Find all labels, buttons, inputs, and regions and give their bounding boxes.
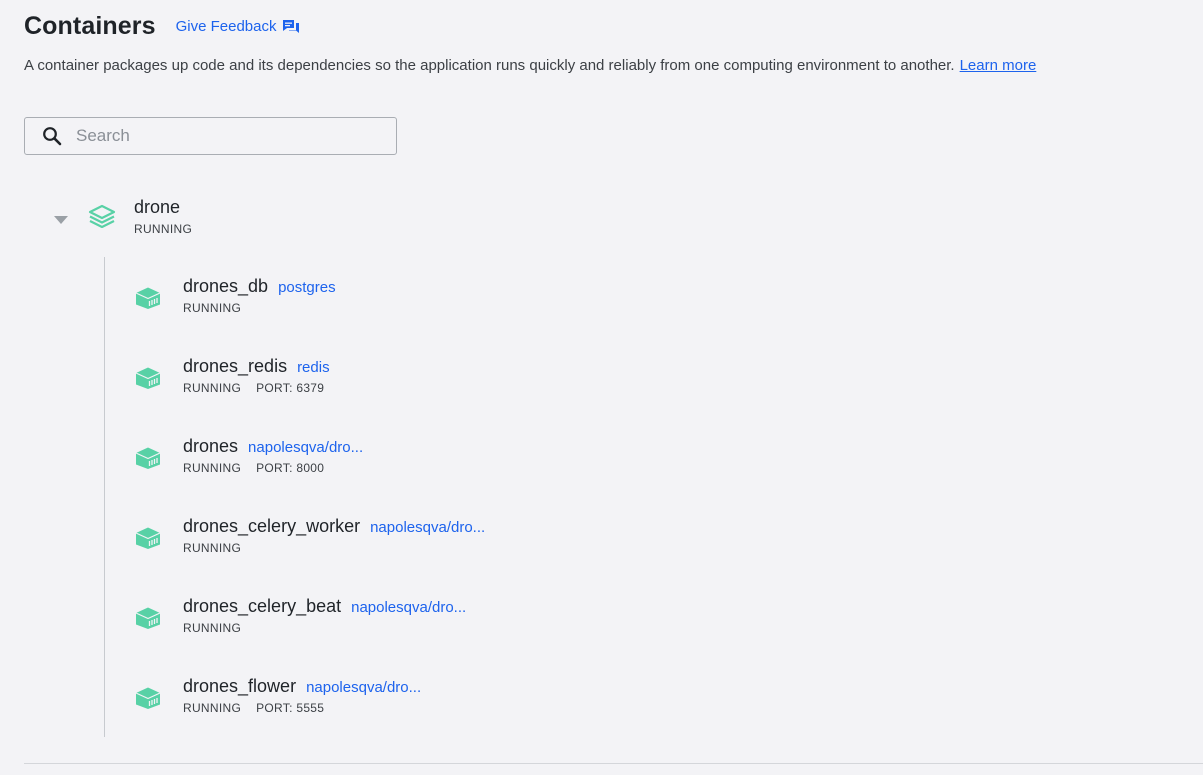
tree-connector-line — [104, 257, 105, 737]
description-text: A container packages up code and its dep… — [24, 57, 955, 74]
container-name[interactable]: drones_redis — [183, 354, 287, 378]
container-icon — [134, 606, 162, 635]
container-image-link[interactable]: postgres — [278, 279, 336, 296]
feedback-icon[interactable] — [282, 19, 300, 35]
learn-more-link[interactable]: Learn more — [960, 57, 1037, 74]
container-status: RUNNING — [183, 381, 242, 395]
search-box[interactable] — [24, 117, 397, 155]
container-image-link[interactable]: redis — [297, 359, 330, 376]
container-status: RUNNING — [183, 701, 242, 715]
container-port: PORT: 6379 — [256, 381, 325, 395]
container-image-link[interactable]: napolesqva/dro... — [306, 679, 421, 696]
container-port: PORT: 8000 — [256, 461, 325, 475]
container-status: RUNNING — [183, 541, 242, 555]
app-status: RUNNING — [134, 222, 193, 236]
container-icon — [134, 366, 162, 395]
app-info: drone RUNNING — [134, 195, 192, 236]
container-row[interactable]: drones_db postgres RUNNING — [134, 274, 485, 354]
container-row[interactable]: drones_flower napolesqva/dro... RUNNING … — [134, 674, 485, 754]
give-feedback-label[interactable]: Give Feedback — [176, 18, 277, 35]
container-status: RUNNING — [183, 301, 242, 315]
expand-caret[interactable] — [50, 209, 72, 231]
container-status: RUNNING — [183, 621, 242, 635]
container-image-link[interactable]: napolesqva/dro... — [351, 599, 466, 616]
container-row[interactable]: drones_celery_beat napolesqva/dro... RUN… — [134, 594, 485, 674]
app-name[interactable]: drone — [134, 195, 192, 219]
container-port: PORT: 5555 — [256, 701, 325, 715]
container-name[interactable]: drones_flower — [183, 674, 296, 698]
container-name[interactable]: drones_celery_beat — [183, 594, 341, 618]
container-icon — [134, 686, 162, 715]
container-icon — [134, 286, 162, 315]
page-description: A container packages up code and its dep… — [24, 57, 1036, 74]
give-feedback-link[interactable]: Give Feedback — [176, 18, 301, 35]
page-title: Containers — [24, 12, 156, 40]
container-name[interactable]: drones_db — [183, 274, 268, 298]
container-image-link[interactable]: napolesqva/dro... — [248, 439, 363, 456]
container-image-link[interactable]: napolesqva/dro... — [370, 519, 485, 536]
page-header: Containers Give Feedback — [24, 12, 300, 41]
app-row-drone[interactable]: drone RUNNING — [50, 195, 192, 236]
container-name[interactable]: drones_celery_worker — [183, 514, 360, 538]
bottom-divider — [24, 763, 1203, 764]
container-list: drones_db postgres RUNNING drones_redis … — [134, 274, 485, 754]
search-icon — [43, 127, 62, 146]
container-icon — [134, 526, 162, 555]
search-input[interactable] — [74, 125, 378, 147]
container-row[interactable]: drones_redis redis RUNNING PORT: 6379 — [134, 354, 485, 434]
container-icon — [134, 446, 162, 475]
stack-icon — [88, 204, 116, 233]
container-status: RUNNING — [183, 461, 242, 475]
container-row[interactable]: drones napolesqva/dro... RUNNING PORT: 8… — [134, 434, 485, 514]
chevron-down-icon[interactable] — [54, 215, 68, 225]
container-row[interactable]: drones_celery_worker napolesqva/dro... R… — [134, 514, 485, 594]
container-name[interactable]: drones — [183, 434, 238, 458]
